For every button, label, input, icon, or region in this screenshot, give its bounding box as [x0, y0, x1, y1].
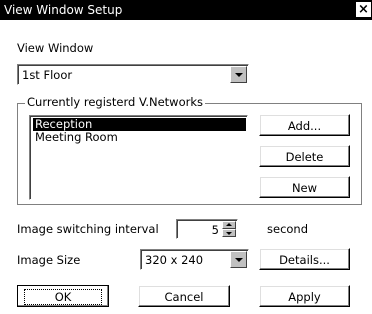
chevron-down-icon[interactable]	[230, 66, 247, 83]
interval-stepper[interactable]: 5	[176, 219, 238, 239]
spin-down-icon[interactable]	[222, 229, 236, 237]
new-button-label: New	[291, 181, 318, 195]
view-window-select[interactable]: 1st Floor	[17, 64, 249, 85]
cancel-button[interactable]: Cancel	[138, 285, 230, 307]
delete-button-label: Delete	[285, 150, 324, 164]
list-item[interactable]: Meeting Room	[33, 131, 246, 144]
image-size-value: 320 x 240	[145, 253, 204, 267]
ok-button-label: OK	[23, 289, 103, 305]
close-icon[interactable]: ×	[355, 1, 372, 18]
spin-up-icon[interactable]	[222, 221, 236, 229]
add-button[interactable]: Add...	[259, 114, 350, 136]
networks-caption: Currently registerd V.Networks	[25, 95, 205, 109]
image-size-label: Image Size	[17, 253, 81, 267]
ok-button[interactable]: OK	[17, 285, 109, 307]
interval-unit: second	[267, 222, 309, 236]
delete-button[interactable]: Delete	[259, 145, 350, 167]
networks-list[interactable]: Reception Meeting Room	[29, 115, 248, 200]
apply-button[interactable]: Apply	[259, 285, 350, 307]
interval-label: Image switching interval	[17, 222, 159, 236]
apply-button-label: Apply	[288, 290, 321, 304]
title-bar: View Window Setup ×	[0, 0, 372, 20]
image-size-select[interactable]: 320 x 240	[140, 249, 249, 270]
details-button[interactable]: Details...	[259, 248, 350, 270]
cancel-button-label: Cancel	[164, 290, 204, 304]
view-window-value: 1st Floor	[22, 68, 73, 82]
chevron-down-icon[interactable]	[230, 251, 247, 268]
details-button-label: Details...	[279, 253, 330, 267]
view-window-label: View Window	[17, 41, 94, 55]
add-button-label: Add...	[287, 119, 322, 133]
interval-value: 5	[211, 223, 219, 237]
window-title: View Window Setup	[4, 3, 123, 17]
new-button[interactable]: New	[259, 176, 350, 198]
